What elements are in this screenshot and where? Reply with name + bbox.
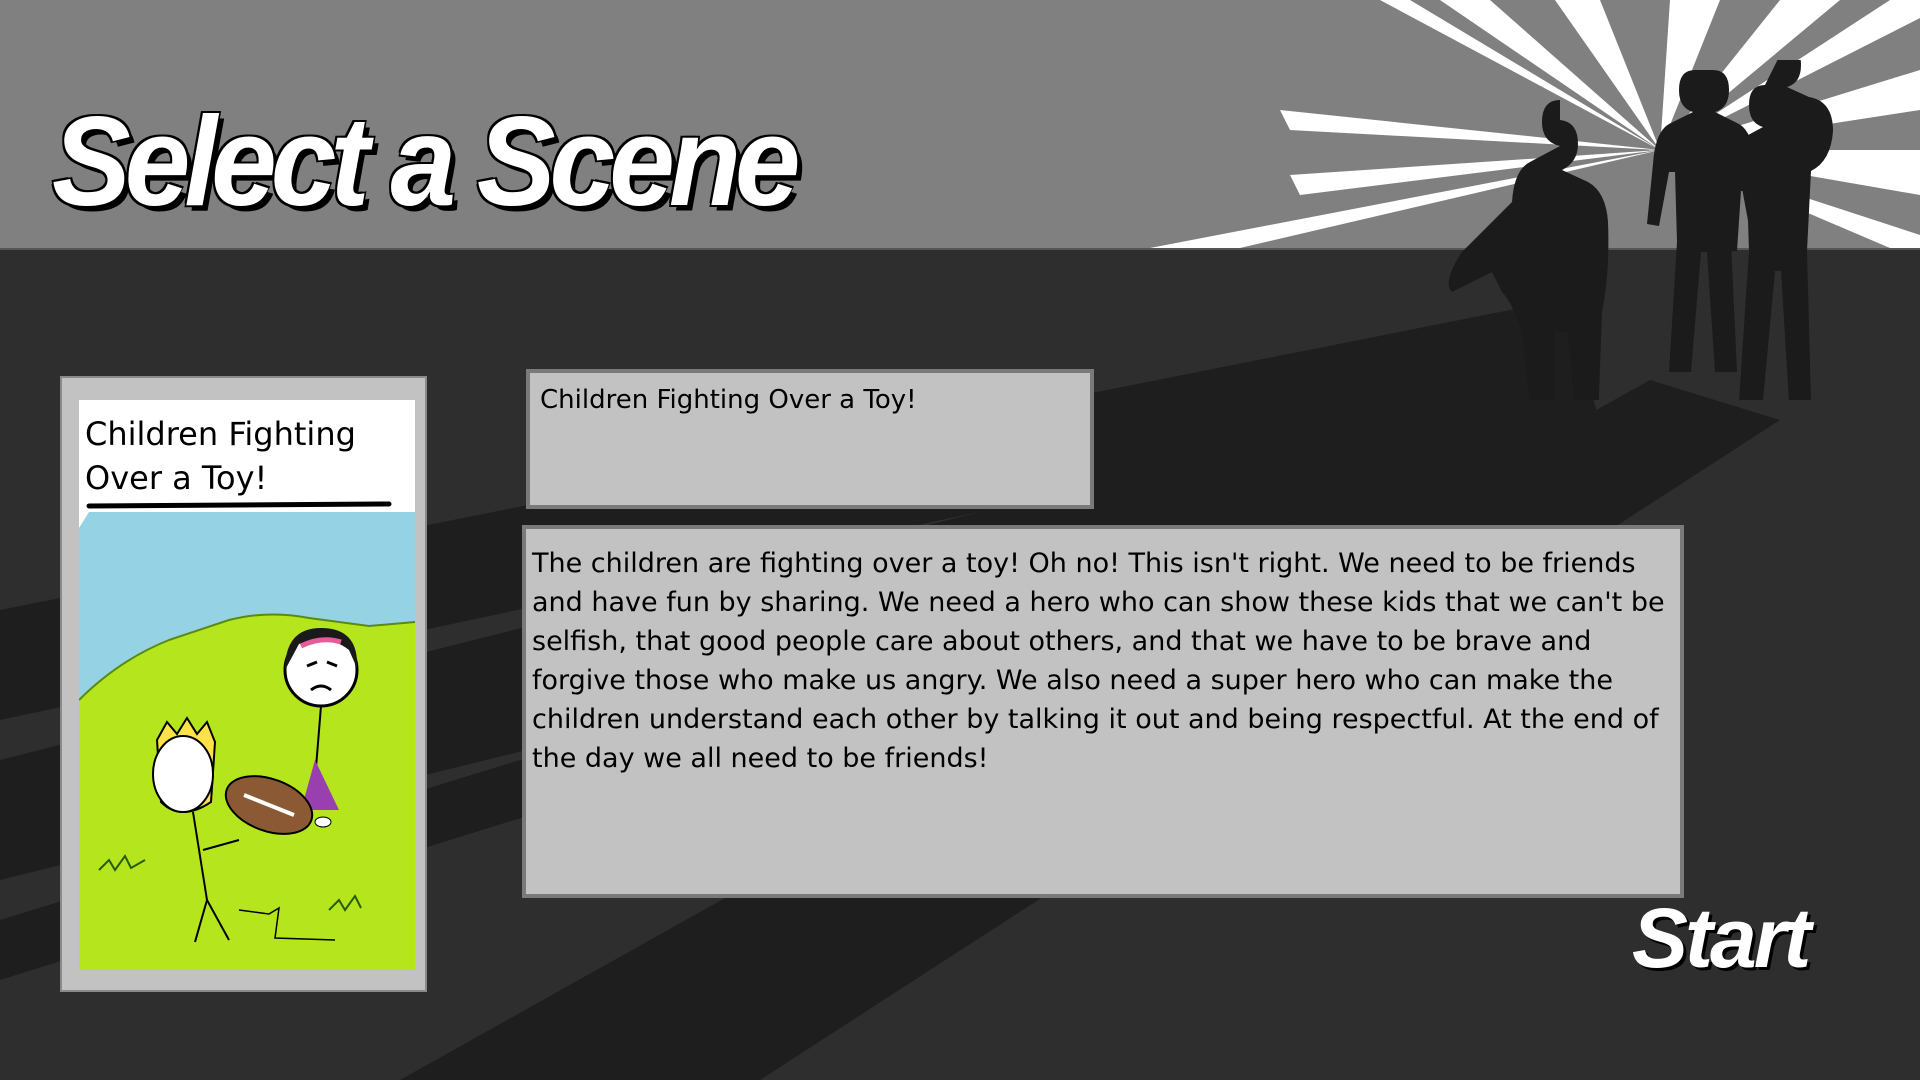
scene-name: Children Fighting Over a Toy! [540,385,917,415]
screen-title: Select a Scene [52,90,801,233]
scene-select-screen: Select a Scene Children Fighting Over a … [0,0,1920,1080]
scene-card-title: Children Fighting Over a Toy! [85,415,356,497]
scene-card-image[interactable]: Children Fighting Over a Toy! [79,400,415,970]
start-button[interactable]: Start [1632,896,1811,980]
scene-name-box: Children Fighting Over a Toy! [526,369,1094,509]
scene-description: The children are fighting over a toy! Oh… [532,548,1665,774]
superheroes-silhouette-icon [1448,60,1833,400]
scene-description-box: The children are fighting over a toy! Oh… [522,525,1684,898]
scene-card[interactable]: Children Fighting Over a Toy! [60,376,427,992]
